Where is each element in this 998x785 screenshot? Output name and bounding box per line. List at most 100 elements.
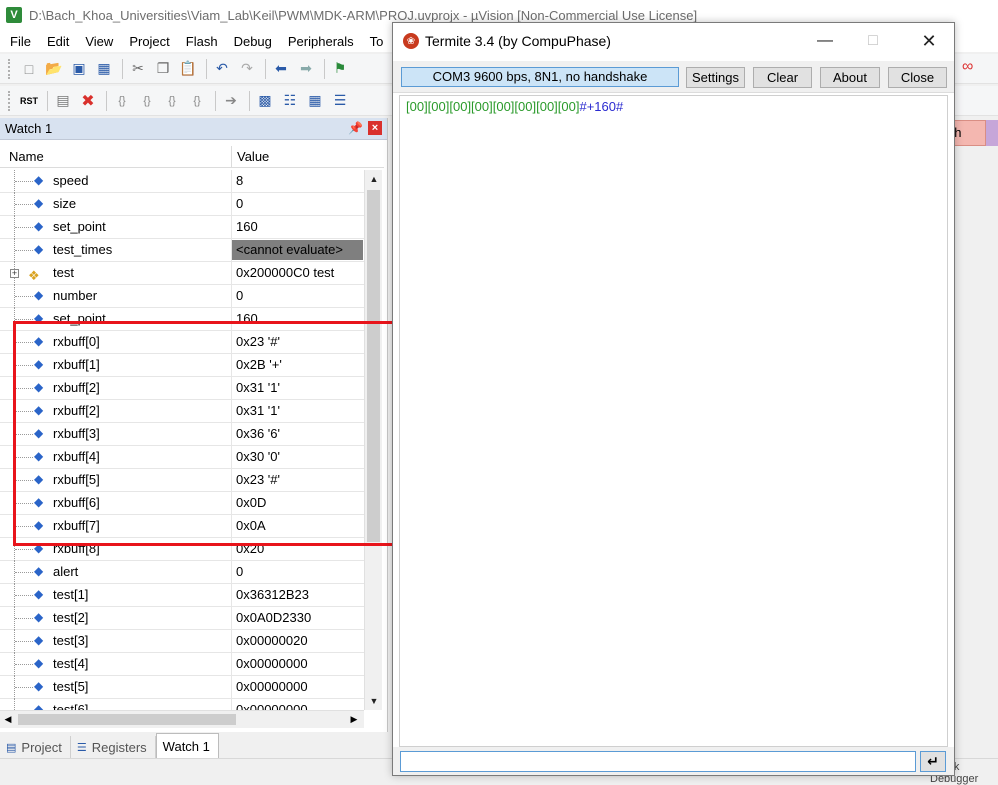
settings-button[interactable]: Settings: [686, 67, 745, 88]
menu-view[interactable]: View: [77, 34, 121, 49]
redo-icon[interactable]: ↷: [236, 58, 258, 80]
watch-name-cell[interactable]: ◆ test[4]: [0, 653, 232, 676]
watch-name-cell[interactable]: ◆ test[6]: [0, 699, 232, 710]
watch-name-cell[interactable]: + ❖ test: [0, 262, 232, 285]
watch-name-cell[interactable]: ◆ rxbuff[1]: [0, 354, 232, 377]
watch-row[interactable]: ◆ rxbuff[7] 0x0A: [0, 515, 364, 538]
watch-name-cell[interactable]: ◆ test[3]: [0, 630, 232, 653]
watch-value-cell[interactable]: 0x00000000: [232, 676, 364, 698]
scroll-thumb[interactable]: [367, 190, 380, 542]
menu-tools[interactable]: To: [362, 34, 392, 49]
watch-value-cell[interactable]: 0x2B '+': [232, 354, 364, 376]
watch-value-cell[interactable]: 0x0A0D2330: [232, 607, 364, 629]
stop-icon[interactable]: ✖: [77, 90, 99, 112]
watch-value-cell[interactable]: 0x200000C0 test: [232, 262, 364, 284]
watch-row[interactable]: ◆ alert 0: [0, 561, 364, 584]
termite-title-bar[interactable]: ❀ Termite 3.4 (by CompuPhase) — □ ✕: [393, 23, 954, 59]
watch-value-cell[interactable]: 0x23 '#': [232, 331, 364, 353]
watch-value-cell[interactable]: <cannot evaluate>: [232, 240, 363, 260]
disassembly-icon[interactable]: ☷: [279, 90, 301, 112]
watch-row[interactable]: ◆ set_point 160: [0, 216, 364, 239]
watch-name-cell[interactable]: ◆ rxbuff[6]: [0, 492, 232, 515]
watch-row[interactable]: ◆ rxbuff[2] 0x31 '1': [0, 400, 364, 423]
minimize-icon[interactable]: —: [803, 27, 847, 55]
watch-row[interactable]: ◆ test_times <cannot evaluate>: [0, 239, 364, 262]
watch-value-cell[interactable]: 0x31 '1': [232, 400, 364, 422]
menu-debug[interactable]: Debug: [226, 34, 280, 49]
watch-row[interactable]: ◆ rxbuff[1] 0x2B '+': [0, 354, 364, 377]
watch-value-cell[interactable]: 0x23 '#': [232, 469, 364, 491]
watch-name-cell[interactable]: ◆ set_point: [0, 216, 232, 239]
tab-project[interactable]: ▤ Project: [0, 736, 71, 758]
watch-value-cell[interactable]: 0x31 '1': [232, 377, 364, 399]
watch-row[interactable]: ◆ speed 8: [0, 170, 364, 193]
close-button[interactable]: Close: [888, 67, 947, 88]
toolbar-peek-icon[interactable]: ∞: [962, 58, 973, 76]
registers-icon[interactable]: ☰: [329, 90, 351, 112]
expand-icon[interactable]: +: [10, 269, 19, 278]
menu-edit[interactable]: Edit: [39, 34, 77, 49]
run-to-cursor-icon[interactable]: {}: [186, 90, 208, 112]
nav-back-icon[interactable]: ⬅: [270, 58, 292, 80]
watch-name-cell[interactable]: ◆ test_times: [0, 239, 232, 262]
bookmark-icon[interactable]: ⚑: [329, 58, 351, 80]
hscroll-thumb[interactable]: [18, 714, 236, 725]
watch-value-cell[interactable]: 0x30 '0': [232, 446, 364, 468]
watch-value-cell[interactable]: 8: [232, 170, 364, 192]
cut-icon[interactable]: ✂: [127, 58, 149, 80]
watch-row[interactable]: ◆ rxbuff[5] 0x23 '#': [0, 469, 364, 492]
horizontal-scrollbar[interactable]: ◀ ▶: [0, 710, 364, 728]
scroll-up-icon[interactable]: ▲: [365, 170, 383, 188]
scroll-right-icon[interactable]: ▶: [346, 711, 362, 728]
watch-row[interactable]: ◆ test[2] 0x0A0D2330: [0, 607, 364, 630]
port-status-button[interactable]: COM3 9600 bps, 8N1, no handshake: [401, 67, 679, 87]
tab-watch-1[interactable]: Watch 1: [155, 733, 219, 758]
watch-value-cell[interactable]: 0x00000000: [232, 699, 364, 710]
watch-name-cell[interactable]: ◆ rxbuff[2]: [0, 377, 232, 400]
about-button[interactable]: About: [820, 67, 880, 88]
symbols-icon[interactable]: ▦: [304, 90, 326, 112]
show-next-icon[interactable]: ➔: [220, 90, 242, 112]
menu-peripherals[interactable]: Peripherals: [280, 34, 362, 49]
watch-value-cell[interactable]: 0x00000000: [232, 653, 364, 675]
watch-row[interactable]: ◆ test[5] 0x00000000: [0, 676, 364, 699]
toolbar-grip[interactable]: [8, 58, 12, 79]
watch-value-cell[interactable]: 0: [232, 561, 364, 583]
watch-name-cell[interactable]: ◆ set_point: [0, 308, 232, 331]
watch-value-cell[interactable]: 160: [232, 216, 364, 238]
watch-value-cell[interactable]: 0x20: [232, 538, 364, 560]
scroll-down-icon[interactable]: ▼: [365, 692, 383, 710]
save-all-icon[interactable]: ▦: [93, 58, 115, 80]
watch-row[interactable]: ◆ test[4] 0x00000000: [0, 653, 364, 676]
vertical-scrollbar[interactable]: ▲ ▼: [364, 170, 382, 710]
terminal-output[interactable]: [00][00][00][00][00][00][00][00]#+160#: [399, 95, 948, 747]
watch-name-cell[interactable]: ◆ rxbuff[5]: [0, 469, 232, 492]
watch-value-cell[interactable]: 0x00000020: [232, 630, 364, 652]
watch-row[interactable]: ◆ rxbuff[3] 0x36 '6': [0, 423, 364, 446]
close-icon[interactable]: ×: [368, 121, 382, 135]
watch-row[interactable]: ◆ rxbuff[0] 0x23 '#': [0, 331, 364, 354]
watch-name-cell[interactable]: ◆ rxbuff[3]: [0, 423, 232, 446]
watch-name-cell[interactable]: ◆ rxbuff[4]: [0, 446, 232, 469]
command-window-icon[interactable]: ▩: [254, 90, 276, 112]
watch-name-cell[interactable]: ◆ test[5]: [0, 676, 232, 699]
toolbar-grip[interactable]: [8, 90, 12, 111]
watch-name-cell[interactable]: ◆ speed: [0, 170, 232, 193]
send-button[interactable]: ↵: [920, 751, 946, 772]
undo-icon[interactable]: ↶: [211, 58, 233, 80]
menu-project[interactable]: Project: [121, 34, 177, 49]
clear-button[interactable]: Clear: [753, 67, 812, 88]
watch-row[interactable]: ◆ number 0: [0, 285, 364, 308]
copy-icon[interactable]: ❐: [152, 58, 174, 80]
watch-row[interactable]: ◆ set_point 160: [0, 308, 364, 331]
window-close-icon[interactable]: ✕: [907, 27, 951, 55]
maximize-icon[interactable]: □: [851, 27, 895, 55]
watch-name-cell[interactable]: ◆ test[2]: [0, 607, 232, 630]
watch-row[interactable]: ◆ test[3] 0x00000020: [0, 630, 364, 653]
new-file-icon[interactable]: □: [18, 58, 40, 80]
step-over-icon[interactable]: {}: [136, 90, 158, 112]
watch-name-cell[interactable]: ◆ rxbuff[7]: [0, 515, 232, 538]
watch-row[interactable]: ◆ rxbuff[6] 0x0D: [0, 492, 364, 515]
watch-row[interactable]: ◆ rxbuff[2] 0x31 '1': [0, 377, 364, 400]
watch-name-cell[interactable]: ◆ alert: [0, 561, 232, 584]
